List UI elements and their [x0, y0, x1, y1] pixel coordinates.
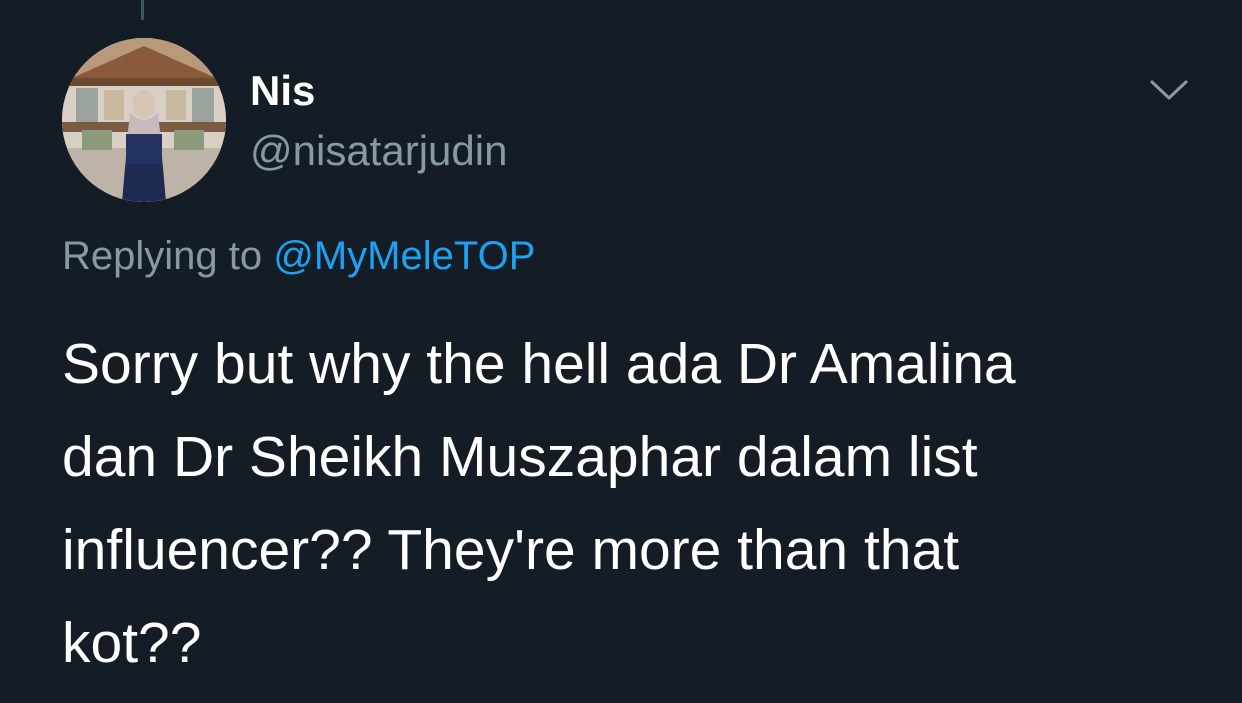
avatar-photo [62, 38, 226, 202]
chevron-down-icon[interactable] [1146, 72, 1192, 108]
author-info[interactable]: Nis @nisatarjudin [250, 66, 507, 176]
username[interactable]: @nisatarjudin [250, 126, 507, 176]
replying-to-label: Replying to [62, 234, 263, 278]
tweet-text-line: Sorry but why the hell ada Dr Amalina [62, 332, 1016, 396]
display-name[interactable]: Nis [250, 66, 507, 116]
tweet-text-line: influencer?? They're more than that [62, 518, 960, 582]
reply-handle-link[interactable]: @MyMeleTOP [273, 234, 535, 278]
replying-to: Replying to @MyMeleTOP [62, 230, 535, 282]
thread-connector-line [141, 0, 144, 20]
tweet-text-line: kot?? [62, 611, 202, 675]
avatar[interactable] [62, 38, 226, 202]
tweet-text: Sorry but why the hell ada Dr Amalina da… [62, 318, 1202, 690]
tweet-text-line: dan Dr Sheikh Muszaphar dalam list [62, 425, 978, 489]
